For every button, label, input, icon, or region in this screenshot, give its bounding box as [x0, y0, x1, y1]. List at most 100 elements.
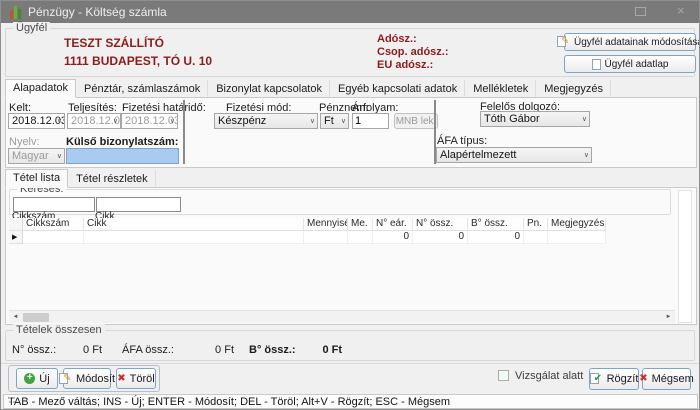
delete-icon: ✖ — [117, 374, 125, 384]
col-header-netto-egysegar[interactable]: N° eár. — [373, 218, 413, 231]
kulso-bizonylatszam-input[interactable] — [66, 148, 179, 164]
main-tabstrip: Alapadatok Pénztár, számlaszámok Bizonyl… — [5, 81, 611, 97]
cell-me — [348, 231, 373, 244]
edit-icon: ✎ — [557, 36, 570, 48]
cell-brutto-osszeg: 0 — [468, 231, 524, 244]
chevron-down-icon: ∨ — [113, 117, 118, 125]
tab-bizonylat-kapcsolatok[interactable]: Bizonylat kapcsolatok — [208, 80, 330, 97]
tab-egyeb-kapcsolati-adatok[interactable]: Egyéb kapcsolati adatok — [330, 80, 465, 97]
maximize-button[interactable] — [635, 7, 646, 16]
plus-icon: + — [24, 373, 35, 384]
afa-tipus-label: ÁFA típus: — [437, 135, 487, 147]
document-icon — [592, 59, 601, 70]
cell-penznem — [524, 231, 548, 244]
cancel-icon: ✖ — [639, 374, 647, 384]
felelos-dolgozo-combo[interactable]: Tóth Gábor∨ — [480, 111, 590, 127]
vizsgalat-alatt-label: Vizsgálat alatt — [515, 370, 583, 382]
delete-button-label: Töröl — [130, 373, 155, 385]
modify-button-label: Módosít — [76, 373, 115, 385]
table-row[interactable]: ▶ 0 0 0 — [9, 231, 675, 244]
chevron-down-icon: ∨ — [57, 152, 62, 160]
mnb-fetch-button[interactable]: MNB lek. — [394, 113, 438, 129]
grid-vertical-scrollbar[interactable] — [678, 190, 692, 323]
kulso-bizonylatszam-label: Külső bizonylatszám: — [66, 136, 178, 148]
cancel-button[interactable]: ✖ Mégsem — [642, 368, 691, 390]
scrollbar-thumb[interactable] — [23, 313, 49, 322]
search-cikkszam-input[interactable] — [13, 197, 95, 212]
edit-icon: ✎ — [59, 373, 72, 385]
teljesites-date-combo[interactable]: 2018.12.03.∨ — [67, 113, 121, 129]
cell-cikkszam — [23, 231, 84, 244]
tab-alapadatok[interactable]: Alapadatok — [5, 79, 76, 98]
cancel-button-label: Mégsem — [652, 373, 694, 385]
titlebar[interactable]: Pénzügy - Költség számla × — [1, 1, 699, 23]
items-grid: Cikkszám Cikk Mennyiség Me. N° eár. N° ö… — [9, 218, 675, 310]
afa-total-value: 0 Ft — [174, 344, 234, 356]
cell-megjegyzes — [548, 231, 606, 244]
new-button[interactable]: + Új — [16, 368, 58, 389]
col-header-netto-osszeg[interactable]: N° össz. — [413, 218, 468, 231]
tax-number-label: Adósz.: — [377, 33, 417, 45]
statusbar: TAB - Mező váltás; INS - Új; ENTER - Mód… — [3, 394, 698, 409]
scroll-left-icon[interactable]: ◄ — [9, 311, 22, 324]
save-button[interactable]: ✔ Rögzít — [589, 368, 639, 390]
customer-name: TESZT SZÁLLÍTÓ — [64, 36, 164, 50]
vizsgalat-alatt-checkbox[interactable] — [498, 370, 509, 381]
col-header-me[interactable]: Me. — [348, 218, 373, 231]
customer-datasheet-button-label: Ügyfél adatlap — [605, 59, 669, 70]
scroll-right-icon[interactable]: ► — [662, 311, 675, 324]
search-cikk-input[interactable] — [96, 197, 181, 212]
customer-edit-button-label: Ügyfél adatainak módosítása — [574, 37, 700, 48]
group-tax-number-label: Csop. adósz.: — [377, 46, 449, 58]
chevron-down-icon: ∨ — [582, 115, 587, 123]
cell-mennyiseg — [304, 231, 348, 244]
item-tabstrip: Tétel lista Tétel részletek — [5, 171, 156, 187]
afa-tipus-combo[interactable]: Alapértelmezett∨ — [436, 147, 592, 163]
item-list-pane: Keresés: Cikkszám Cikk Cikkszám Cikk Men… — [5, 187, 697, 325]
fizetesi-mod-combo[interactable]: Készpénz∨ — [214, 113, 318, 129]
tab-tetel-reszletek[interactable]: Tétel részletek — [68, 170, 156, 187]
totals-groupbox: Tételek összesen N° össz.: 0 Ft ÁFA össz… — [5, 330, 695, 361]
tab-tetel-lista[interactable]: Tétel lista — [5, 169, 68, 188]
resize-grip[interactable] — [8, 396, 16, 404]
afa-total-label: ÁFA össz.: — [122, 344, 174, 356]
tab-penztar-szamlaszamok[interactable]: Pénztár, számlaszámok — [76, 80, 208, 97]
fizetesi-hatarido-date-combo[interactable]: 2018.12.03.∨ — [121, 113, 178, 129]
customer-edit-button[interactable]: ✎ Ügyfél adatainak módosítása — [564, 33, 696, 51]
nyelv-combo[interactable]: Magyar∨ — [8, 148, 65, 164]
tab-megjegyzes[interactable]: Megjegyzés — [536, 80, 611, 97]
col-header-cikk[interactable]: Cikk — [84, 218, 304, 231]
modify-button[interactable]: ✎ Módosít — [63, 368, 111, 389]
arfolyam-input[interactable] — [352, 113, 389, 129]
col-header-mennyiseg[interactable]: Mennyiség — [304, 218, 348, 231]
new-button-label: Új — [39, 373, 49, 385]
col-header-megjegyzes[interactable]: Megjegyzés — [548, 218, 606, 231]
save-button-label: Rögzít — [607, 373, 639, 385]
close-button[interactable]: × — [677, 3, 685, 18]
col-header-cikkszam[interactable]: Cikkszám — [23, 218, 84, 231]
netto-total-value: 0 Ft — [42, 344, 102, 356]
save-check-icon: ✔ — [590, 373, 603, 385]
basic-data-pane: Kelt: 2018.12.03.∨ Teljesítés: 2018.12.0… — [5, 97, 697, 168]
totals-group-label: Tételek összesen — [13, 324, 105, 336]
cell-netto-egysegar: 0 — [373, 231, 413, 244]
col-header-penznem[interactable]: Pn. — [524, 218, 548, 231]
chevron-down-icon: ∨ — [584, 151, 589, 159]
eu-tax-number-label: EU adósz.: — [377, 59, 433, 71]
app-window: Pénzügy - Költség számla × Ügyfél TESZT … — [0, 0, 700, 410]
window-title: Pénzügy - Költség számla — [28, 5, 167, 19]
penznem-combo[interactable]: Ft∨ — [320, 113, 349, 129]
col-header-brutto-osszeg[interactable]: B° össz. — [468, 218, 524, 231]
brutto-total-value: 0 Ft — [286, 344, 342, 356]
delete-button[interactable]: ✖ Töröl — [116, 368, 156, 389]
grid-header-row: Cikkszám Cikk Mennyiség Me. N° eár. N° ö… — [9, 218, 675, 231]
kelt-date-combo[interactable]: 2018.12.03.∨ — [8, 113, 65, 129]
chevron-down-icon: ∨ — [170, 117, 175, 125]
customer-datasheet-button[interactable]: Ügyfél adatlap — [564, 55, 696, 73]
bottom-divider — [1, 363, 700, 364]
grid-horizontal-scrollbar[interactable]: ◄ ► — [9, 310, 675, 323]
chevron-down-icon: ∨ — [310, 117, 315, 125]
statusbar-text: TAB - Mező váltás; INS - Új; ENTER - Mód… — [8, 396, 450, 408]
tab-mellekletek[interactable]: Mellékletek — [465, 80, 536, 97]
row-pointer-icon: ▶ — [9, 231, 23, 244]
